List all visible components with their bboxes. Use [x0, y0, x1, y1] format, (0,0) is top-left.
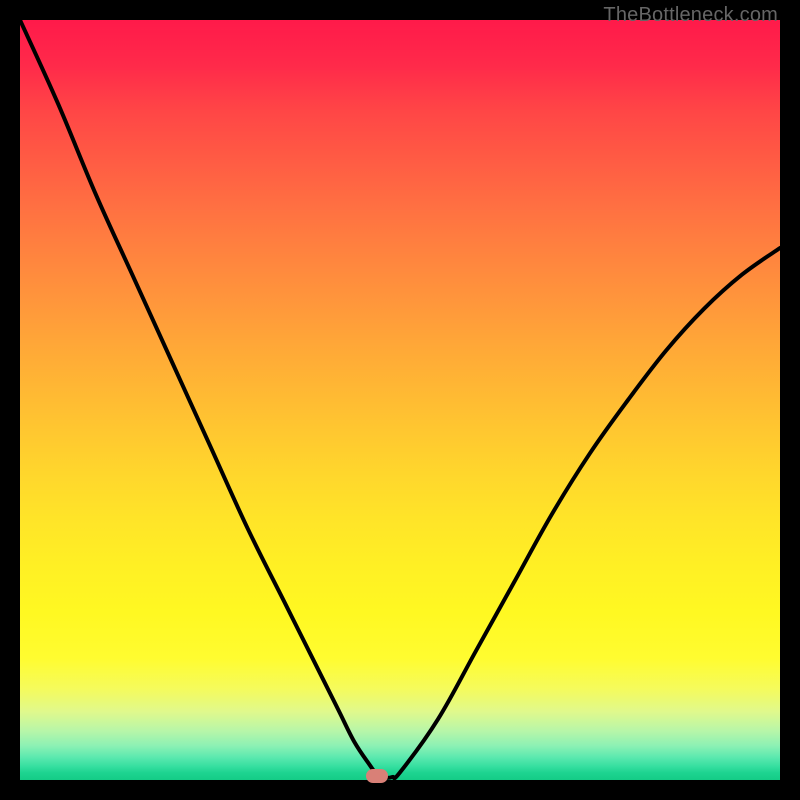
plot-area — [20, 20, 780, 780]
curve-svg — [20, 20, 780, 780]
chart-container: TheBottleneck.com — [0, 0, 800, 800]
valley-marker — [366, 769, 388, 783]
watermark-text: TheBottleneck.com — [603, 4, 778, 27]
bottleneck-curve — [20, 20, 780, 778]
